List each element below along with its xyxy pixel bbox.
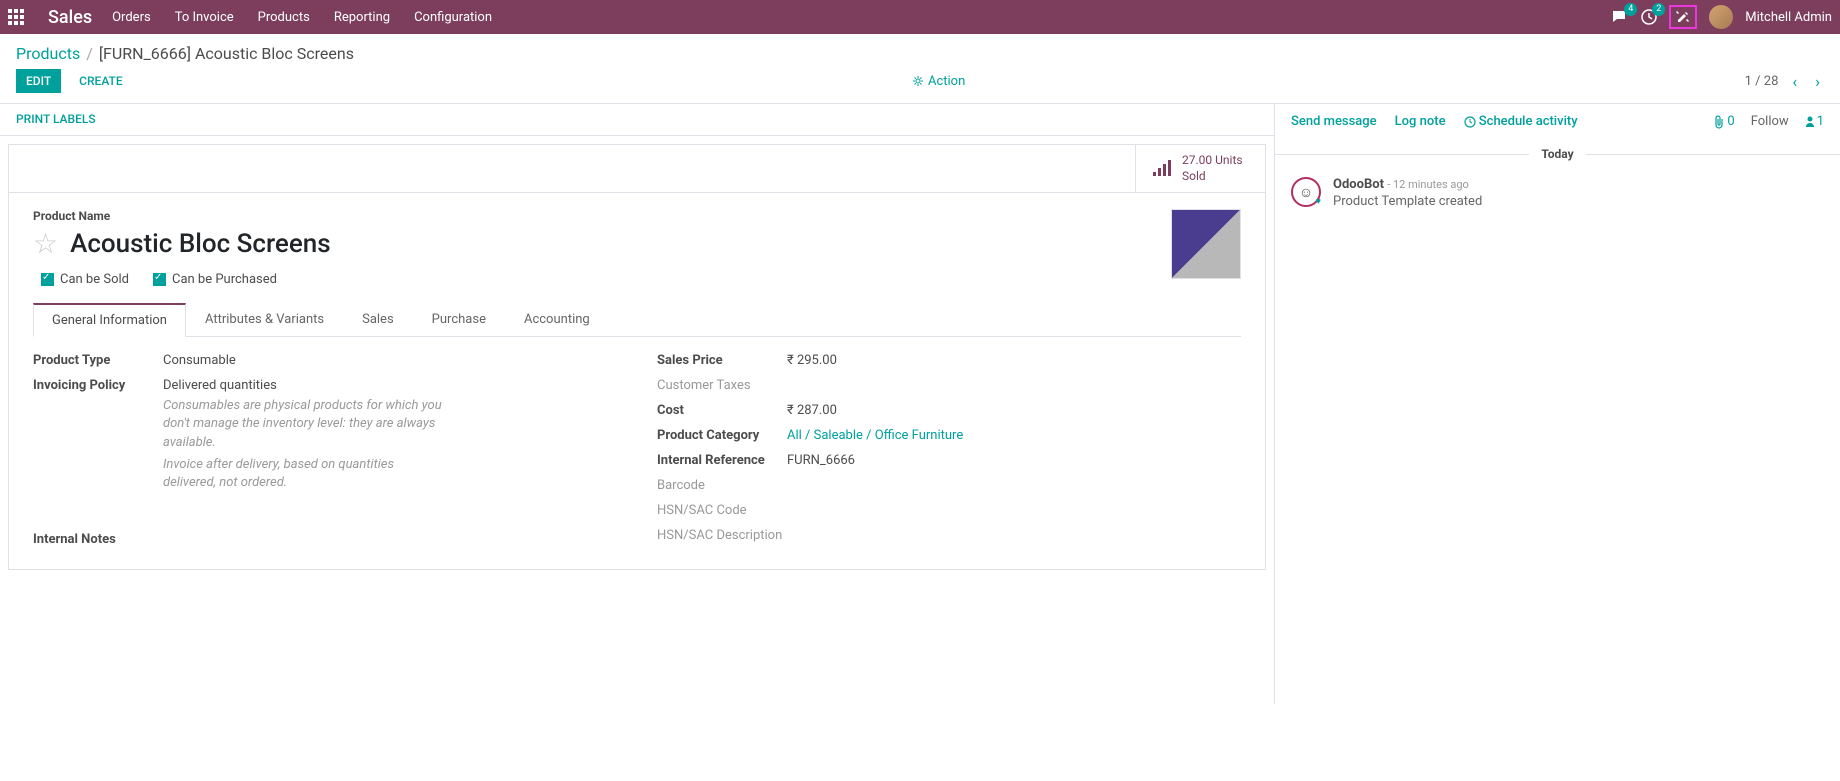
barcode-label: Barcode [657,478,787,493]
action-dropdown[interactable]: Action [912,74,965,89]
hsn-code-label: HSN/SAC Code [657,503,787,518]
product-category-label: Product Category [657,428,787,443]
tab-general-information[interactable]: General Information [33,303,186,337]
bar-chart-icon [1152,160,1172,178]
schedule-activity-button[interactable]: Schedule activity [1464,114,1578,129]
chatter-today-divider: Today [1529,147,1585,161]
tab-attributes-variants[interactable]: Attributes & Variants [186,303,343,336]
top-navbar: Sales Orders To Invoice Products Reporti… [0,0,1840,34]
stat-sold-label: Sold [1182,169,1243,185]
checkbox-icon [41,273,54,286]
pager-next[interactable]: › [1811,72,1824,91]
apps-icon[interactable] [8,9,24,25]
attachments-count[interactable]: 0 [1713,114,1734,129]
internal-reference-value: FURN_6666 [787,453,855,468]
product-image[interactable] [1171,209,1241,279]
tab-accounting[interactable]: Accounting [505,303,609,336]
invoicing-policy-label: Invoicing Policy [33,378,163,393]
paperclip-icon [1713,115,1725,129]
tab-purchase[interactable]: Purchase [413,303,505,336]
edit-button[interactable]: EDIT [16,69,61,93]
breadcrumb: Products / [FURN_6666] Acoustic Bloc Scr… [0,34,1840,69]
message-text: Product Template created [1333,194,1482,209]
product-name-label: Product Name [33,209,1241,223]
pager-text: 1 / 28 [1745,74,1779,89]
stat-sold-button[interactable]: 27.00 Units Sold [1135,145,1265,192]
user-name[interactable]: Mitchell Admin [1745,10,1832,25]
favorite-star-icon[interactable]: ☆ [33,227,58,260]
print-labels-button[interactable]: PRINT LABELS [16,112,96,126]
odoobot-avatar: ☺ ♥ [1291,177,1321,207]
hsn-desc-label: HSN/SAC Description [657,528,787,543]
cost-label: Cost [657,403,787,418]
nav-configuration[interactable]: Configuration [410,10,496,25]
follower-count[interactable]: 1 [1805,114,1824,129]
breadcrumb-current: [FURN_6666] Acoustic Bloc Screens [99,44,354,63]
create-button[interactable]: CREATE [69,69,132,93]
breadcrumb-separator: / [86,44,93,63]
clock-icon [1464,116,1476,128]
invoicing-policy-value: Delivered quantities [163,378,277,393]
internal-reference-label: Internal Reference [657,453,787,468]
person-icon [1805,116,1815,128]
product-title: Acoustic Bloc Screens [70,229,331,259]
can-be-sold-checkbox[interactable]: Can be Sold [41,272,129,287]
can-be-purchased-checkbox[interactable]: Can be Purchased [153,272,277,287]
cost-value: ₹ 287.00 [787,403,837,418]
chatter-message: ☺ ♥ OdooBot - 12 minutes ago Product Tem… [1275,169,1840,217]
stat-units: 27.00 Units [1182,153,1243,169]
sales-price-value: ₹ 295.00 [787,353,837,368]
customer-taxes-label: Customer Taxes [657,378,787,393]
brand-title[interactable]: Sales [48,7,92,28]
nav-to-invoice[interactable]: To Invoice [171,10,238,25]
product-category-link[interactable]: All / Saleable / Office Furniture [787,428,963,443]
sales-price-label: Sales Price [657,353,787,368]
product-type-value: Consumable [163,353,236,368]
messages-badge: 4 [1624,3,1637,16]
log-note-button[interactable]: Log note [1395,114,1446,129]
message-time: - 12 minutes ago [1387,178,1469,191]
internal-notes-label: Internal Notes [33,532,617,547]
gear-icon [912,75,924,87]
checkbox-icon [153,273,166,286]
activities-icon[interactable]: 2 [1641,9,1657,25]
follow-button[interactable]: Follow [1751,114,1789,129]
nav-orders[interactable]: Orders [108,10,155,25]
product-type-label: Product Type [33,353,163,368]
tabs: General Information Attributes & Variant… [33,303,1241,337]
help-consumables: Consumables are physical products for wh… [163,397,443,452]
tab-sales[interactable]: Sales [343,303,413,336]
send-message-button[interactable]: Send message [1291,114,1377,129]
message-author: OdooBot [1333,177,1384,192]
messages-icon[interactable]: 4 [1611,9,1629,25]
chatter-panel: Send message Log note Schedule activity … [1275,104,1840,704]
help-invoice: Invoice after delivery, based on quantit… [163,456,443,492]
activities-badge: 2 [1652,3,1665,16]
breadcrumb-root[interactable]: Products [16,44,80,63]
pager-prev[interactable]: ‹ [1788,72,1801,91]
user-avatar[interactable] [1709,5,1733,29]
debug-icon[interactable] [1669,5,1697,29]
nav-reporting[interactable]: Reporting [330,10,394,25]
control-panel: EDIT CREATE Action 1 / 28 ‹ › [0,69,1840,103]
nav-products[interactable]: Products [254,10,314,25]
